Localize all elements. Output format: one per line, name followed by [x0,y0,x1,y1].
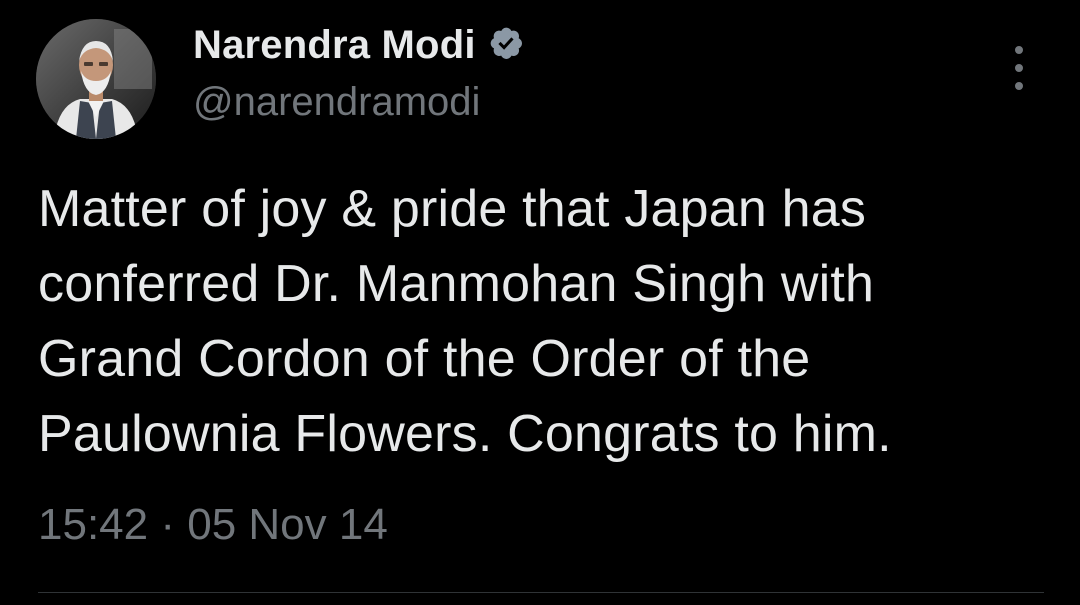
avatar-photo [36,19,156,139]
meta-separator: · [160,500,175,549]
more-dot [1015,64,1023,72]
divider [38,592,1044,593]
more-vertical-icon[interactable] [1004,46,1034,90]
more-dot [1015,82,1023,90]
author-name-row: Narendra Modi [193,20,528,70]
author-display-name[interactable]: Narendra Modi [193,23,476,68]
tweet-text: Matter of joy & pride that Japan has con… [38,180,892,463]
tweet-date: 05 Nov 14 [187,500,388,549]
avatar[interactable] [36,19,156,139]
more-dot [1015,46,1023,54]
tweet-timestamp[interactable]: 15:42 · 05 Nov 14 [38,500,388,550]
verified-badge-icon [488,25,528,65]
tweet-time: 15:42 [38,500,149,549]
author-handle[interactable]: @narendramodi [193,80,480,125]
tweet-card: Narendra Modi @narendramodi Matter of jo… [0,0,1080,605]
